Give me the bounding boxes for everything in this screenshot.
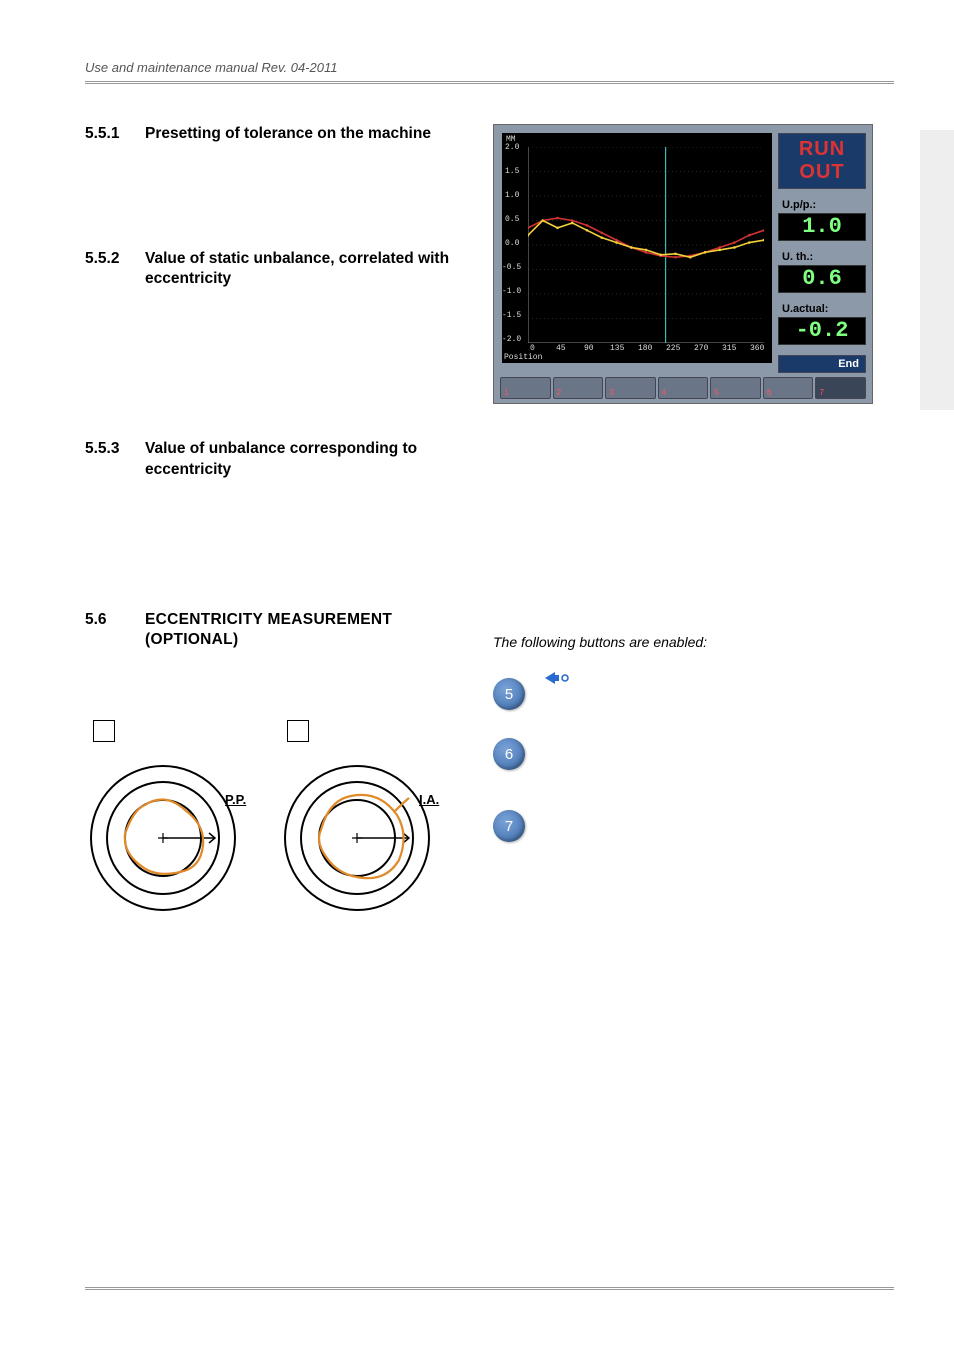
x-tick: 45 <box>556 344 566 353</box>
round-button-6[interactable]: 6 <box>493 738 525 770</box>
round-button-5[interactable]: 5 <box>493 678 525 710</box>
strip-button-5[interactable]: 5 <box>710 377 761 399</box>
strip-button-1[interactable]: 1 <box>500 377 551 399</box>
label-upp: U.p/p.: <box>778 199 866 211</box>
x-tick: 225 <box>666 344 680 353</box>
x-tick: 180 <box>638 344 652 353</box>
strip-button-4[interactable]: 4 <box>658 377 709 399</box>
following-buttons-text: The following buttons are enabled: <box>493 634 894 650</box>
y-tick: 2.0 <box>505 143 519 152</box>
section-title: ECCENTRICITY MEASUREMENT (OPTIONAL) <box>145 610 465 650</box>
y-tick: -1.0 <box>502 287 521 296</box>
value-upp: 1.0 <box>778 213 866 241</box>
strip-button-6[interactable]: 6 <box>763 377 814 399</box>
x-tick: 360 <box>750 344 764 353</box>
diagram-ia: I.A. <box>279 720 449 915</box>
runout-title: RUN OUT <box>778 133 866 189</box>
section-number: 5.5.2 <box>85 249 131 289</box>
heading-552: 5.5.2 Value of static unbalance, correla… <box>85 249 465 289</box>
y-tick: -1.5 <box>502 311 521 320</box>
heading-553: 5.5.3 Value of unbalance corresponding t… <box>85 439 465 479</box>
x-tick: 315 <box>722 344 736 353</box>
chart-plot-svg <box>528 147 764 343</box>
y-tick: 0.0 <box>505 239 519 248</box>
y-tick: 1.5 <box>505 167 519 176</box>
x-axis-label: Position <box>504 353 542 362</box>
diagram-box-icon <box>93 720 115 742</box>
runout-screenshot: MM 2.0 1.5 1.0 0.5 0.0 -0.5 -1.0 -1.5 -2… <box>493 124 873 404</box>
runout-chart: MM 2.0 1.5 1.0 0.5 0.0 -0.5 -1.0 -1.5 -2… <box>502 133 772 363</box>
diagram-pp: P.P. <box>85 720 255 915</box>
pointer-left-icon <box>545 669 569 692</box>
diagram-box-icon <box>287 720 309 742</box>
value-uth: 0.6 <box>778 265 866 293</box>
strip-button-3[interactable]: 3 <box>605 377 656 399</box>
value-uactual: -0.2 <box>778 317 866 345</box>
section-title: Value of unbalance corresponding to ecce… <box>145 439 465 479</box>
y-tick: -2.0 <box>502 335 521 344</box>
x-tick: 270 <box>694 344 708 353</box>
section-title: Value of static unbalance, correlated wi… <box>145 249 465 289</box>
diagram-label-ia: I.A. <box>419 792 439 807</box>
section-number: 5.5.3 <box>85 439 131 479</box>
strip-button-7[interactable]: 7 <box>815 377 866 399</box>
y-tick: -0.5 <box>502 263 521 272</box>
eccentricity-diagrams: P.P. I.A. <box>85 720 465 915</box>
runout-side-panel: RUN OUT U.p/p.: 1.0 U. th.: 0.6 U.actual… <box>778 133 866 345</box>
strip-button-2[interactable]: 2 <box>553 377 604 399</box>
section-number: 5.5.1 <box>85 124 131 144</box>
x-tick: 90 <box>584 344 594 353</box>
label-uth: U. th.: <box>778 251 866 263</box>
x-tick: 135 <box>610 344 624 353</box>
y-tick: 0.5 <box>505 215 519 224</box>
diagram-label-pp: P.P. <box>225 792 246 807</box>
heading-56: 5.6 ECCENTRICITY MEASUREMENT (OPTIONAL) <box>85 610 465 650</box>
y-tick: 1.0 <box>505 191 519 200</box>
footer-rule <box>85 1287 894 1290</box>
page-side-tab <box>920 130 954 410</box>
section-number: 5.6 <box>85 610 131 650</box>
end-button[interactable]: End <box>778 355 866 373</box>
label-uactual: U.actual: <box>778 303 866 315</box>
round-button-7[interactable]: 7 <box>493 810 525 842</box>
heading-551: 5.5.1 Presetting of tolerance on the mac… <box>85 124 465 144</box>
page-header: Use and maintenance manual Rev. 04-2011 <box>85 60 894 84</box>
section-title: Presetting of tolerance on the machine <box>145 124 465 144</box>
x-tick: 0 <box>530 344 535 353</box>
runout-button-strip: 1 2 3 4 5 6 7 <box>500 377 866 399</box>
